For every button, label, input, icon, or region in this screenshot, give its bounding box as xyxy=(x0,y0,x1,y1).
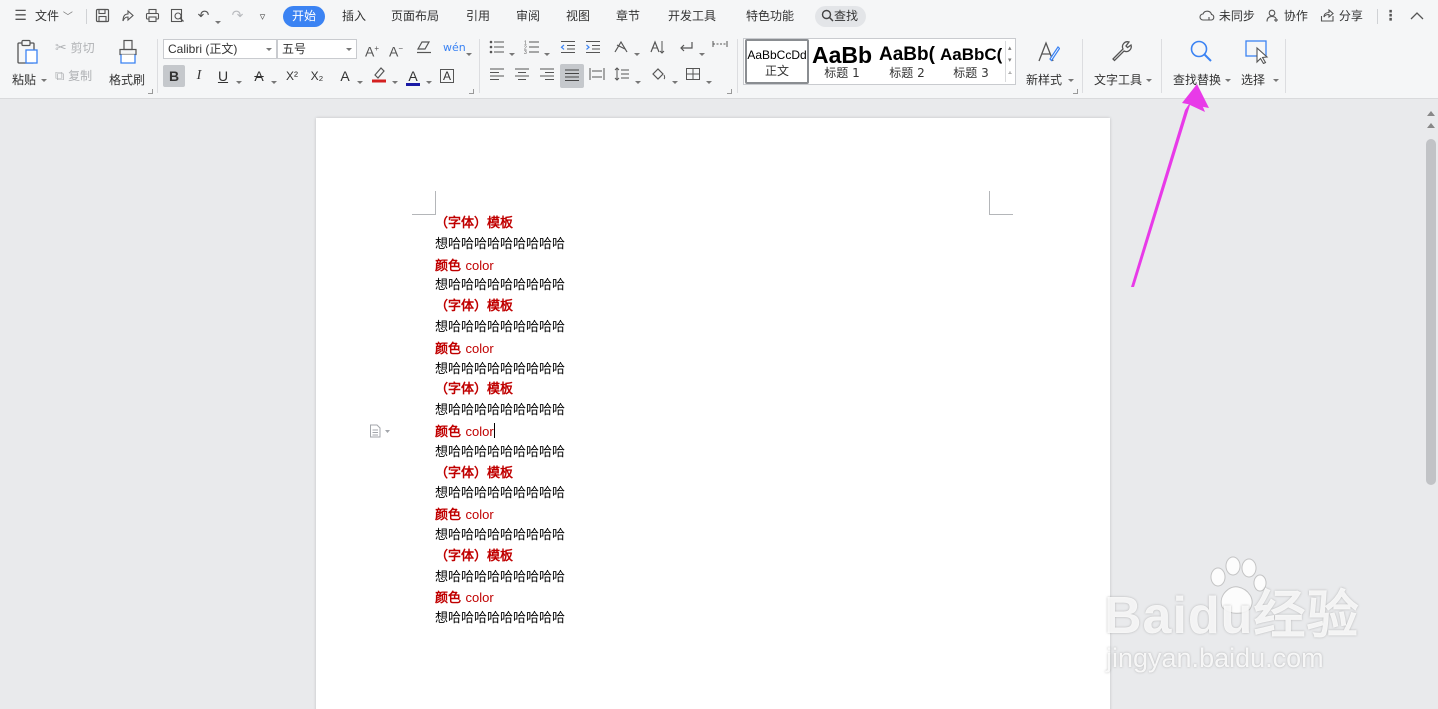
baidu-jingyan-watermark: Baidu经验 jingyan.baidu.com xyxy=(1100,555,1400,685)
watermark-url: jingyan.baidu.com xyxy=(1106,643,1324,673)
watermark-brand: Baidu经验 xyxy=(1104,587,1360,645)
magenta-arrow-shape xyxy=(1131,92,1205,287)
magenta-arrow-head xyxy=(1182,84,1209,108)
